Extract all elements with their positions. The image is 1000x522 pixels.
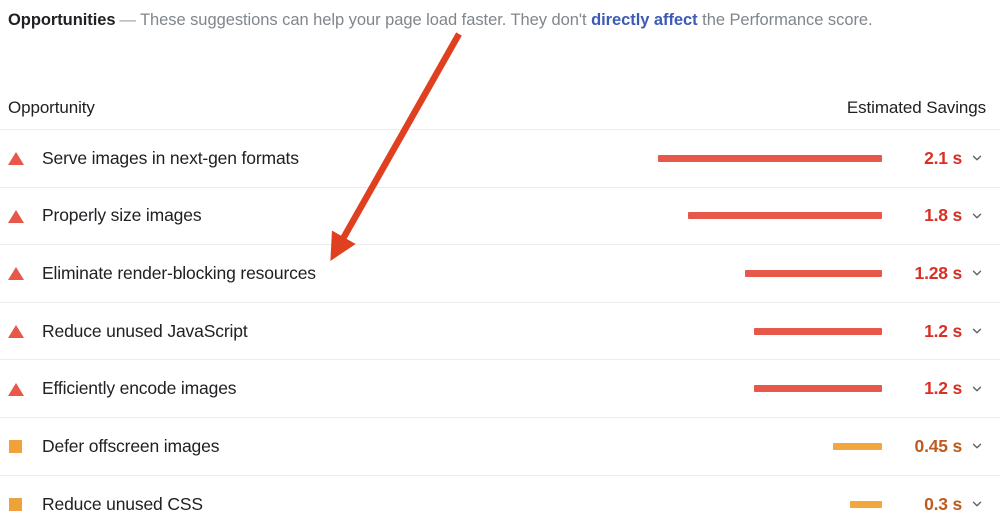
red-triangle-icon [8, 208, 24, 224]
table-row[interactable]: Reduce unused JavaScript 1.2 s [0, 302, 1000, 361]
page-title: Opportunities [8, 11, 116, 29]
column-header-estimated-savings: Estimated Savings [846, 97, 986, 117]
opportunity-title: Serve images in next-gen formats [42, 147, 299, 168]
table-header-row: Opportunity Estimated Savings [0, 86, 1000, 130]
table-body: Serve images in next-gen formats 2.1 s Pro… [0, 130, 1000, 522]
opportunities-table: Opportunity Estimated Savings Serve imag… [0, 86, 1000, 522]
chevron-down-icon[interactable] [962, 497, 992, 511]
savings-value: 0.45 s [914, 435, 963, 456]
row-savings-group: 1.28 s [646, 263, 992, 284]
red-triangle-icon [8, 150, 24, 166]
table-row[interactable]: Properly size images 1.8 s [0, 187, 1000, 246]
savings-bar-track [646, 442, 882, 450]
header-description-after: the Performance score. [697, 11, 873, 29]
savings-value: 1.2 s [924, 378, 962, 399]
red-triangle-icon [8, 381, 24, 397]
opportunity-title: Defer offscreen images [42, 435, 220, 456]
orange-square-icon [8, 496, 24, 512]
header-dash: — [119, 11, 137, 29]
section-header: Opportunities — These suggestions can help… [8, 0, 992, 35]
savings-bar-track [646, 154, 882, 162]
opportunity-title: Properly size images [42, 205, 202, 226]
row-savings-group: 2.1 s [646, 148, 992, 169]
column-header-opportunity: Opportunity [8, 97, 95, 117]
opportunity-title: Reduce unused JavaScript [42, 320, 248, 341]
table-row[interactable]: Eliminate render-blocking resources 1.28 … [0, 245, 1000, 303]
table-row[interactable]: Serve images in next-gen formats 2.1 s [0, 130, 1000, 188]
row-savings-group: 0.3 s [646, 494, 992, 515]
savings-bar [658, 154, 882, 162]
opportunity-title: Reduce unused CSS [42, 493, 203, 514]
savings-bar [850, 500, 882, 508]
table-row[interactable]: Defer offscreen images 0.45 s [0, 417, 1000, 476]
chevron-down-icon[interactable] [962, 209, 992, 223]
row-savings-group: 1.2 s [646, 378, 992, 399]
chevron-down-icon[interactable] [962, 439, 992, 453]
savings-value: 2.1 s [924, 147, 962, 168]
row-savings-group: 1.8 s [646, 205, 992, 226]
chevron-down-icon[interactable] [962, 151, 992, 165]
savings-value: 0.3 s [924, 493, 962, 514]
savings-bar [754, 385, 882, 393]
header-description-before: These suggestions can help your page loa… [139, 11, 592, 29]
row-savings-group: 1.2 s [646, 321, 992, 342]
chevron-down-icon[interactable] [962, 382, 992, 396]
chevron-down-icon[interactable] [962, 324, 992, 338]
chevron-down-icon[interactable] [962, 266, 992, 280]
savings-value: 1.28 s [914, 262, 963, 283]
opportunities-panel: Opportunities — These suggestions can help… [0, 0, 1000, 522]
savings-bar [754, 327, 882, 335]
red-triangle-icon [8, 323, 24, 339]
opportunity-title: Efficiently encode images [42, 378, 237, 399]
savings-value: 1.8 s [924, 205, 962, 226]
table-row[interactable]: Efficiently encode images 1.2 s [0, 360, 1000, 418]
opportunity-title: Eliminate render-blocking resources [42, 262, 316, 283]
savings-bar [745, 269, 882, 277]
savings-value: 1.2 s [924, 320, 962, 341]
savings-bar-track [646, 500, 882, 508]
savings-bar [688, 212, 882, 220]
savings-bar-track [646, 385, 882, 393]
table-row[interactable]: Reduce unused CSS 0.3 s [0, 475, 1000, 522]
directly-affect-link[interactable]: directly affect [591, 11, 698, 29]
row-savings-group: 0.45 s [646, 436, 992, 457]
savings-bar-track [646, 212, 882, 220]
savings-bar-track [646, 269, 882, 277]
savings-bar [833, 442, 882, 450]
savings-bar-track [646, 327, 882, 335]
red-triangle-icon [8, 265, 24, 281]
orange-square-icon [8, 438, 24, 454]
